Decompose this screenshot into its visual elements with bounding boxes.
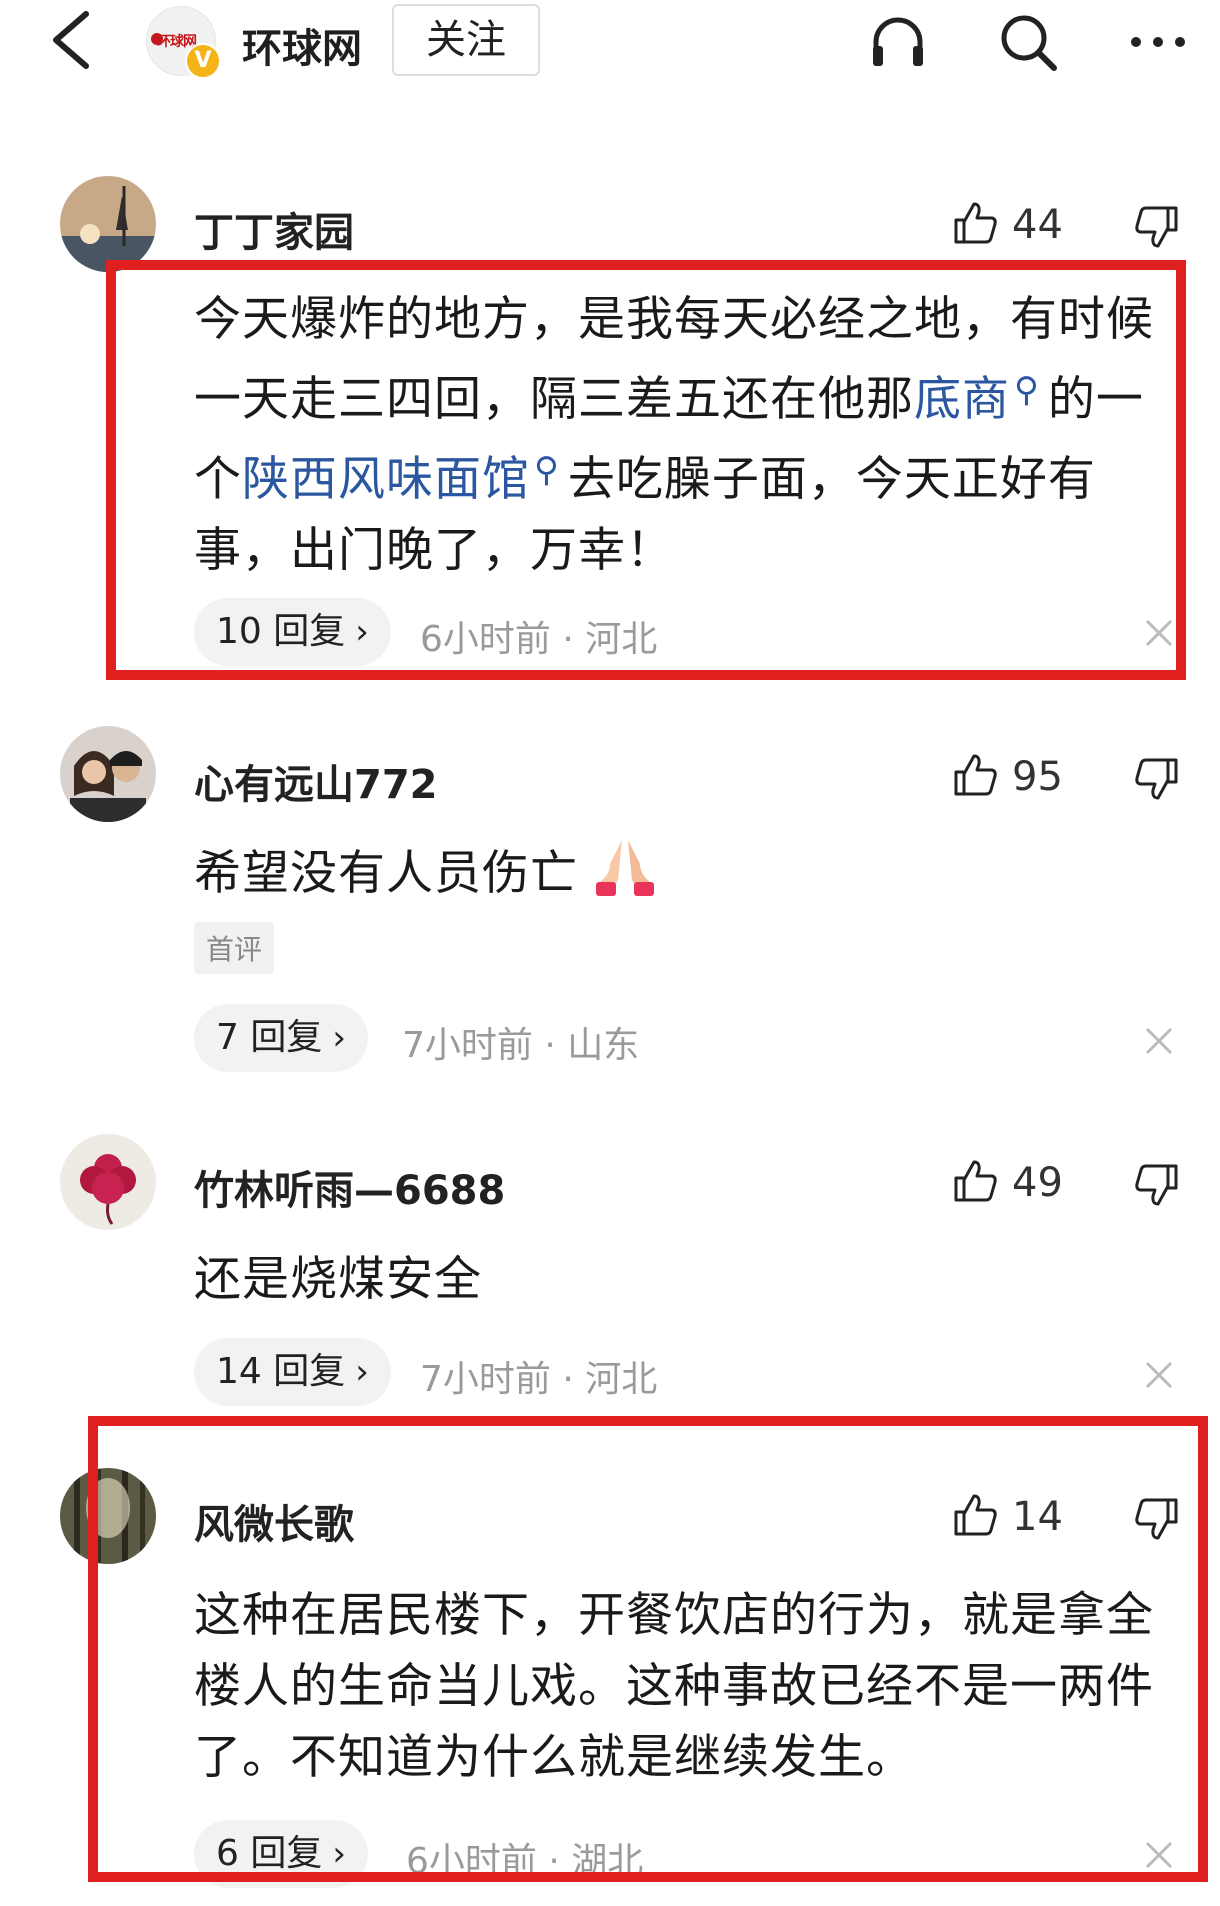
- follow-button[interactable]: 关注: [392, 4, 540, 76]
- publisher-avatar[interactable]: 环球网 V: [146, 6, 221, 79]
- search-icon[interactable]: ⚲: [1014, 370, 1040, 410]
- comment-text: 希望没有人员伤亡: [194, 846, 578, 901]
- comment-username[interactable]: 风微长歌: [194, 1492, 354, 1550]
- comment-text: 这种在居民楼下，开餐饮店的行为，就是拿全楼人的生命当儿戏。这种事故已经不是一两件…: [194, 1588, 1154, 1785]
- chevron-right-icon: ›: [332, 1018, 346, 1058]
- comment-username[interactable]: 丁丁家园: [194, 200, 354, 258]
- reply-button[interactable]: 10 回复 ›: [194, 598, 391, 666]
- thumbs-up-icon[interactable]: [952, 200, 998, 246]
- keyword-link[interactable]: 底商: [914, 372, 1010, 427]
- like-count: 44: [1012, 202, 1063, 248]
- thumbs-down-icon[interactable]: [1134, 204, 1180, 250]
- avatar[interactable]: [60, 176, 156, 272]
- thumbs-down-icon[interactable]: [1134, 756, 1180, 802]
- chevron-right-icon: ›: [355, 1352, 369, 1392]
- search-icon[interactable]: [998, 12, 1058, 72]
- avatar[interactable]: [60, 726, 156, 822]
- close-icon[interactable]: [1142, 616, 1176, 650]
- headphones-icon[interactable]: [868, 12, 928, 72]
- reply-count: 6 回复: [216, 1833, 323, 1874]
- verified-badge: V: [185, 43, 221, 79]
- reply-count: 10 回复: [216, 611, 346, 652]
- chevron-right-icon: ›: [355, 612, 369, 652]
- thumbs-down-icon[interactable]: [1134, 1496, 1180, 1542]
- close-icon[interactable]: [1142, 1358, 1176, 1392]
- comment-meta: 6小时前 · 湖北: [406, 1841, 644, 1882]
- comment-meta: 6小时前 · 河北: [420, 619, 658, 660]
- avatar[interactable]: [60, 1134, 156, 1230]
- more-icon[interactable]: [1128, 12, 1188, 72]
- publisher-name[interactable]: 环球网: [242, 16, 362, 74]
- reply-button[interactable]: 6 回复 ›: [194, 1820, 368, 1888]
- reply-count: 14 回复: [216, 1351, 346, 1392]
- first-comment-tag: 首评: [194, 922, 275, 974]
- reply-count: 7 回复: [216, 1017, 323, 1058]
- like-count: 49: [1012, 1160, 1063, 1206]
- comment-username[interactable]: 竹林听雨—6688: [194, 1158, 505, 1216]
- thumbs-up-icon[interactable]: [952, 1492, 998, 1538]
- close-icon[interactable]: [1142, 1024, 1176, 1058]
- comment-meta: 7小时前 · 山东: [402, 1025, 640, 1066]
- reply-button[interactable]: 7 回复 ›: [194, 1004, 368, 1072]
- chevron-right-icon: ›: [332, 1834, 346, 1874]
- praying-hands-emoji: [596, 840, 654, 896]
- comment-meta: 7小时前 · 河北: [420, 1359, 658, 1400]
- keyword-link[interactable]: 陕西风味面馆: [242, 452, 530, 507]
- thumbs-up-icon[interactable]: [952, 1158, 998, 1204]
- back-icon[interactable]: [46, 10, 96, 70]
- comment-username[interactable]: 心有远山772: [194, 752, 438, 810]
- thumbs-down-icon[interactable]: [1134, 1162, 1180, 1208]
- avatar[interactable]: [60, 1468, 156, 1564]
- close-icon[interactable]: [1142, 1838, 1176, 1872]
- comment-text: 还是烧煤安全: [194, 1252, 482, 1307]
- reply-button[interactable]: 14 回复 ›: [194, 1338, 391, 1406]
- like-count: 14: [1012, 1494, 1063, 1540]
- comment-text: 今天爆炸的地方，是我每天必经之地，有时候一天走三四回，隔三差五还在他那底商 ⚲ 的一…: [194, 292, 1154, 578]
- search-icon[interactable]: ⚲: [534, 450, 560, 490]
- thumbs-up-icon[interactable]: [952, 752, 998, 798]
- like-count: 95: [1012, 754, 1063, 800]
